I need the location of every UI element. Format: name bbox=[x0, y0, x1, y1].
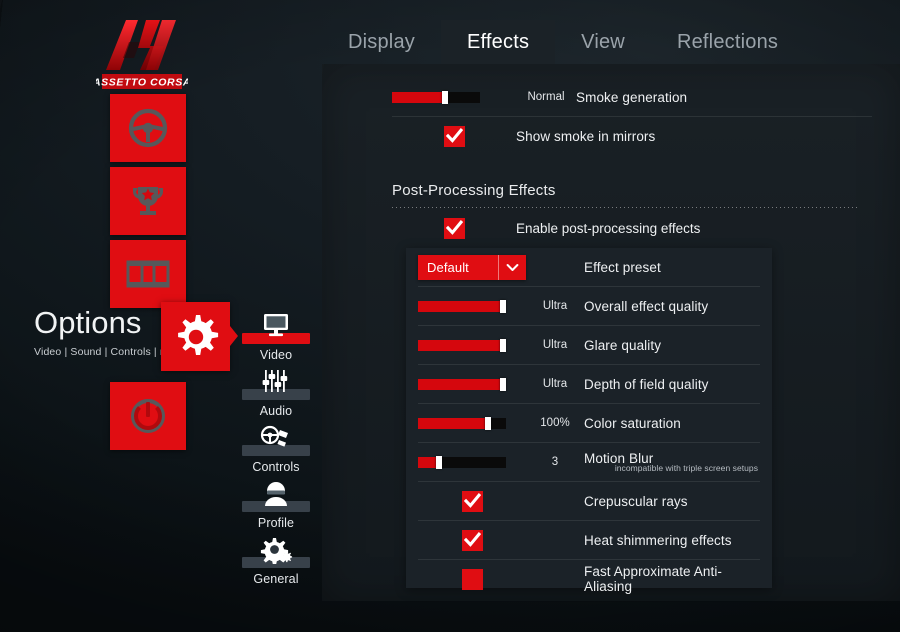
tab-label: Display bbox=[348, 30, 415, 53]
show-smoke-in-mirrors-label: Show smoke in mirrors bbox=[516, 128, 656, 144]
depth-of-field-quality-value: Ultra bbox=[542, 378, 568, 390]
slider-fill bbox=[418, 378, 504, 390]
tab-label: Reflections bbox=[676, 30, 779, 53]
nav-item-label: Profile bbox=[257, 516, 295, 530]
slider-thumb[interactable] bbox=[500, 338, 507, 352]
color-saturation-value: 100% bbox=[540, 417, 570, 429]
slider-thumb[interactable] bbox=[484, 416, 491, 430]
show-smoke-in-mirrors-checkbox[interactable] bbox=[443, 125, 465, 147]
gears-icon bbox=[258, 536, 294, 569]
options-nav-list: Video Audio Controls Profile General bbox=[238, 312, 314, 592]
monitor-icon bbox=[258, 312, 294, 345]
checkmark-icon bbox=[463, 492, 481, 508]
row-overall-effect-quality: Ultra Overall effect quality bbox=[406, 287, 772, 325]
slider-thumb[interactable] bbox=[441, 90, 448, 104]
svg-text:ASSETTO CORSA: ASSETTO CORSA bbox=[96, 77, 188, 89]
row-enable-post-processing: Enable post-processing effects bbox=[392, 214, 858, 242]
assetto-corsa-logo: ASSETTO CORSA bbox=[96, 8, 188, 94]
heat-shimmering-effects-checkbox[interactable] bbox=[461, 529, 483, 551]
slider-thumb[interactable] bbox=[436, 455, 443, 469]
enable-post-processing-label: Enable post-processing effects bbox=[516, 220, 701, 236]
nav-item-label: Controls bbox=[252, 460, 300, 474]
color-saturation-slider[interactable] bbox=[418, 416, 506, 430]
nav-item-audio[interactable]: Audio bbox=[238, 368, 314, 423]
fast-approximate-anti-aliasing-label: Fast Approximate Anti-Aliasing bbox=[584, 564, 723, 594]
left-sidebar: ASSETTO CORSA Options Video | Sound | Co… bbox=[0, 0, 320, 632]
post-processing-title: Post-Processing Effects bbox=[392, 182, 556, 199]
menu-tile-quit[interactable] bbox=[110, 382, 186, 450]
tab-view[interactable]: View bbox=[555, 20, 651, 64]
enable-post-processing-checkbox[interactable] bbox=[443, 217, 465, 239]
overall-effect-quality-value: Ultra bbox=[542, 300, 568, 312]
chevron-down-icon[interactable] bbox=[499, 263, 526, 272]
row-glare-quality: Ultra Glare quality bbox=[406, 326, 772, 364]
slider-fill bbox=[418, 339, 504, 351]
slider-thumb[interactable] bbox=[500, 377, 507, 391]
tab-reflections[interactable]: Reflections bbox=[651, 20, 804, 64]
checkmark-icon bbox=[445, 127, 463, 143]
row-smoke-generation: Normal Smoke generation bbox=[392, 78, 872, 116]
menu-tile-drive[interactable] bbox=[110, 94, 186, 162]
tab-label: Effects bbox=[466, 30, 530, 53]
smoke-generation-label: Smoke generation bbox=[576, 89, 688, 105]
nav-item-label: General bbox=[253, 572, 299, 586]
gear-tile-notch bbox=[230, 326, 238, 346]
post-processing-heading: Post-Processing Effects bbox=[392, 182, 858, 208]
glare-quality-slider[interactable] bbox=[418, 338, 507, 352]
row-effect-preset: Default Effect preset bbox=[406, 248, 772, 286]
driver-icon bbox=[258, 480, 294, 513]
tab-effects[interactable]: Effects bbox=[440, 20, 556, 64]
crepuscular-rays-checkbox[interactable] bbox=[461, 490, 483, 512]
nav-item-profile[interactable]: Profile bbox=[238, 480, 314, 535]
dotted-divider bbox=[392, 207, 858, 208]
motion-blur-label-wrap: Motion Blur incompatible with triple scr… bbox=[584, 451, 760, 473]
overall-effect-quality-slider[interactable] bbox=[418, 299, 507, 313]
checkmark-icon bbox=[445, 219, 463, 235]
row-fast-approximate-anti-aliasing: Fast Approximate Anti-Aliasing bbox=[406, 560, 772, 598]
effect-preset-dropdown[interactable]: Default bbox=[418, 254, 526, 280]
row-color-saturation: 100% Color saturation bbox=[406, 404, 772, 442]
motion-blur-slider[interactable] bbox=[418, 455, 506, 469]
fast-approximate-anti-aliasing-checkbox[interactable] bbox=[461, 568, 483, 590]
overall-effect-quality-label: Overall effect quality bbox=[584, 298, 709, 314]
options-gear-tile[interactable] bbox=[161, 302, 230, 371]
motion-blur-value: 3 bbox=[551, 456, 559, 468]
settings-tab-bar: Display Effects View Reflections bbox=[322, 20, 804, 64]
menu-tile-replay[interactable] bbox=[110, 240, 186, 308]
effects-settings-panel: Normal Smoke generation Show smoke in mi… bbox=[322, 64, 900, 601]
depth-of-field-quality-slider[interactable] bbox=[418, 377, 507, 391]
smoke-section: Normal Smoke generation Show smoke in mi… bbox=[392, 78, 872, 155]
post-processing-options-panel: Default Effect preset Ultra Overall effe… bbox=[406, 248, 772, 594]
heat-shimmering-effects-label: Heat shimmering effects bbox=[584, 532, 732, 548]
smoke-generation-value: Normal bbox=[527, 91, 565, 103]
sliders-icon bbox=[258, 368, 294, 401]
menu-tile-career[interactable] bbox=[110, 167, 186, 235]
row-smoke-mirrors: Show smoke in mirrors bbox=[392, 117, 872, 155]
glare-quality-value: Ultra bbox=[542, 339, 568, 351]
slider-thumb[interactable] bbox=[500, 299, 507, 313]
row-heat-shimmering-effects: Heat shimmering effects bbox=[406, 521, 772, 559]
nav-item-general[interactable]: General bbox=[238, 536, 314, 591]
nav-item-video[interactable]: Video bbox=[238, 312, 314, 367]
effect-preset-value: Default bbox=[427, 259, 469, 275]
tab-label: View bbox=[581, 30, 625, 53]
nav-item-controls[interactable]: Controls bbox=[238, 424, 314, 479]
row-crepuscular-rays: Crepuscular rays bbox=[406, 482, 772, 520]
nav-item-label: Video bbox=[259, 348, 293, 362]
nav-item-label: Audio bbox=[259, 404, 293, 418]
depth-of-field-quality-label: Depth of field quality bbox=[584, 376, 709, 392]
checkmark-icon bbox=[463, 531, 481, 547]
slider-fill bbox=[392, 91, 445, 103]
slider-fill bbox=[418, 300, 504, 312]
glare-quality-label: Glare quality bbox=[584, 337, 662, 353]
crepuscular-rays-label: Crepuscular rays bbox=[584, 493, 688, 509]
color-saturation-label: Color saturation bbox=[584, 415, 681, 431]
tab-display[interactable]: Display bbox=[322, 20, 441, 64]
slider-fill bbox=[418, 417, 488, 429]
row-depth-of-field-quality: Ultra Depth of field quality bbox=[406, 365, 772, 403]
row-motion-blur: 3 Motion Blur incompatible with triple s… bbox=[406, 443, 772, 481]
effect-preset-label: Effect preset bbox=[584, 259, 661, 275]
wheel-pedals-icon bbox=[258, 424, 294, 457]
smoke-generation-slider[interactable] bbox=[392, 90, 480, 104]
